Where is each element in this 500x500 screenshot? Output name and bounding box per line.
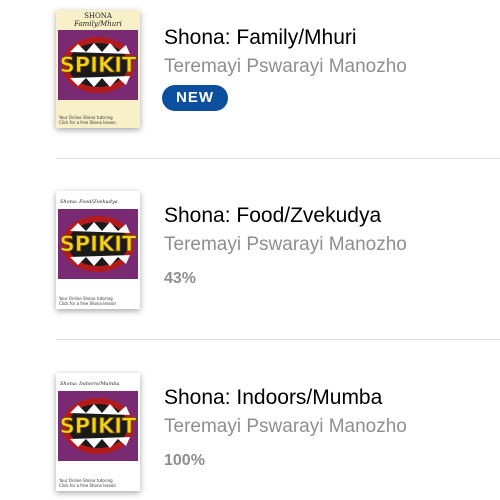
cover-footer: Your Online Shona tutoring Click for a f…: [59, 115, 116, 125]
reading-progress: 43%: [164, 270, 197, 287]
reading-progress: 100%: [164, 452, 205, 469]
book-title[interactable]: Shona: Food/Zvekudya: [164, 204, 381, 228]
book-title[interactable]: Shona: Indoors/Mumba: [164, 386, 382, 410]
spikit-logo: SPIKIT: [60, 232, 137, 256]
book-cover[interactable]: Shona: Indoors/Mumba SPIKIT Your Online …: [56, 373, 140, 491]
book-row[interactable]: Shona: Indoors/Mumba SPIKIT Your Online …: [0, 340, 500, 500]
spikit-logo: SPIKIT: [60, 414, 137, 438]
book-row[interactable]: SHONA Family/Mhuri SPIKIT Your Online Sh…: [0, 0, 500, 158]
spikit-logo: SPIKIT: [60, 53, 137, 77]
book-author: Teremayi Pswarayi Manozho: [164, 56, 407, 77]
cover-heading: SHONA Family/Mhuri: [74, 12, 122, 28]
cover-footer: Your Online Shona tutoring Click for a f…: [59, 478, 116, 488]
book-cover[interactable]: SHONA Family/Mhuri SPIKIT Your Online Sh…: [56, 10, 140, 128]
cover-art: SPIKIT: [58, 391, 138, 461]
cover-footer: Your Online Shona tutoring Click for a f…: [59, 296, 116, 306]
book-row[interactable]: Shona: Food/Zvekudya SPIKIT Your Online …: [0, 159, 500, 339]
book-cover[interactable]: Shona: Food/Zvekudya SPIKIT Your Online …: [56, 191, 140, 309]
book-title[interactable]: Shona: Family/Mhuri: [164, 26, 357, 50]
book-author: Teremayi Pswarayi Manozho: [164, 234, 407, 255]
new-badge: NEW: [162, 85, 228, 111]
cover-heading: Shona: Indoors/Mumba: [60, 381, 120, 387]
cover-art: SPIKIT: [58, 209, 138, 279]
cover-heading: Shona: Food/Zvekudya: [60, 199, 118, 205]
cover-art: SPIKIT: [58, 30, 138, 100]
book-author: Teremayi Pswarayi Manozho: [164, 416, 407, 437]
